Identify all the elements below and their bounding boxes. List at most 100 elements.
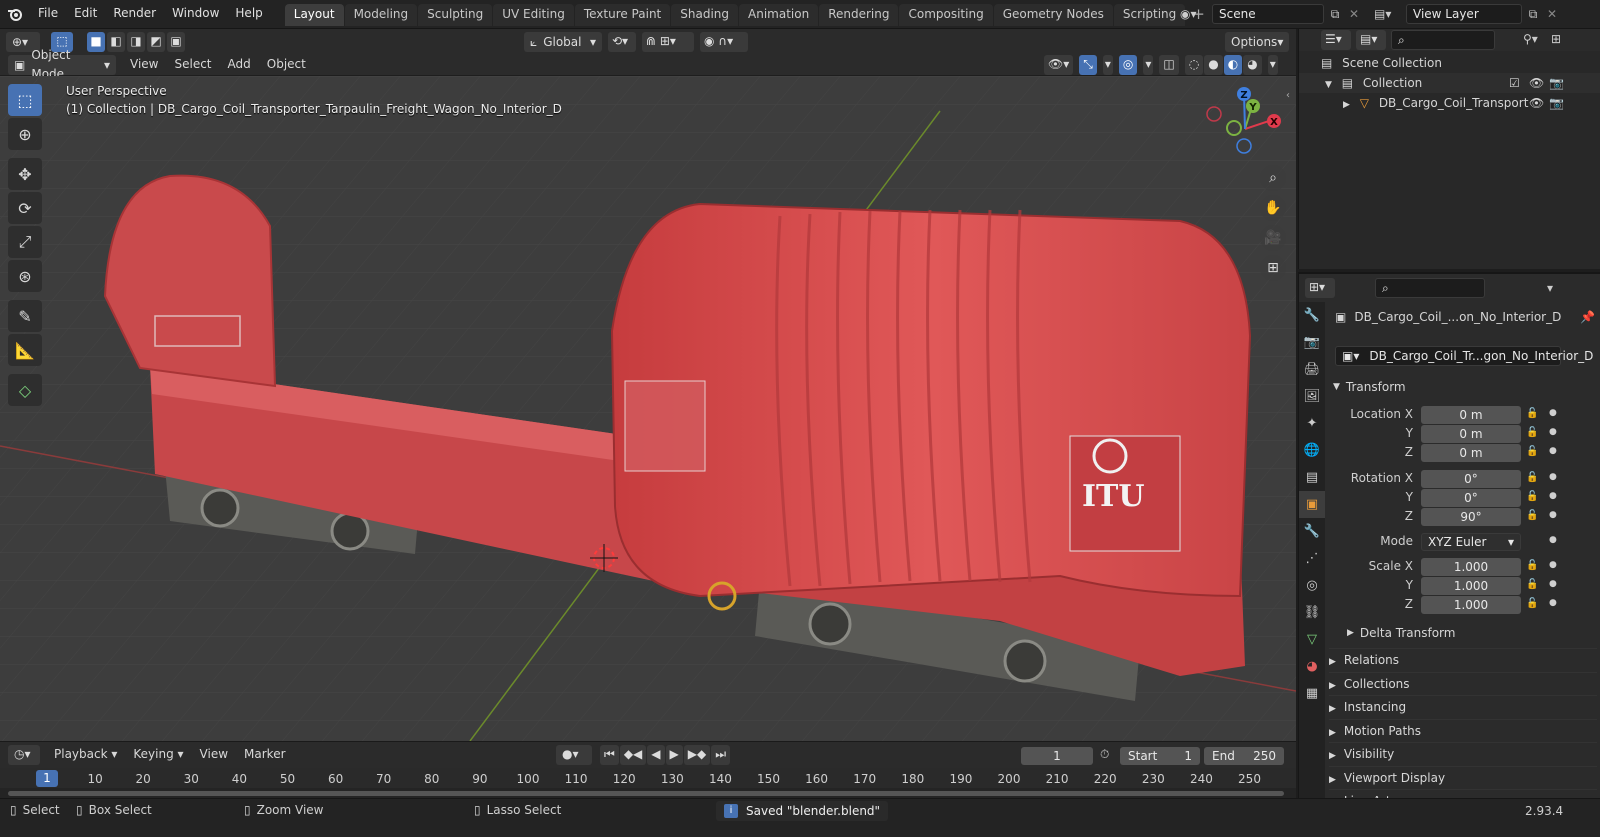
view-layer-tab-icon[interactable]: 🖼 [1299,383,1325,410]
world-tab-icon[interactable]: 🌐 [1299,437,1325,464]
scene-tab-icon[interactable]: ✦ [1299,410,1325,437]
keyframe-dot-icon[interactable]: ● [1549,472,1557,482]
keyframe-dot-icon[interactable]: ● [1549,510,1557,520]
tab-texture-paint[interactable]: Texture Paint [574,3,671,26]
menu-timeline-view[interactable]: View [192,747,236,761]
panel-relations[interactable]: ▶ Relations [1329,648,1597,671]
tab-scripting[interactable]: Scripting [1113,3,1186,26]
visibility-icon[interactable]: 👁▾ [1044,55,1074,75]
pivot-point-icon[interactable]: ⟲▾ [608,32,636,52]
material-tab-icon[interactable]: ◕ [1299,653,1325,680]
panel-viewport-display[interactable]: ▶ Viewport Display [1329,765,1597,789]
properties-editor-icon[interactable]: ⊞▾ [1305,278,1335,298]
outliner-row-object[interactable]: ▶ ▽ DB_Cargo_Coil_Transport 👁 📷 [1299,93,1600,113]
menu-file[interactable]: File [30,0,66,29]
constraints-tab-icon[interactable]: ⛓ [1299,599,1325,626]
neg-x-axis-icon[interactable] [1206,106,1222,122]
transform-orientation-dropdown[interactable]: ⟀ Global ▾ [524,32,602,52]
location-z-field[interactable]: 0 m [1421,444,1521,462]
lock-icon[interactable]: 🔓 [1526,446,1538,457]
menu-add[interactable]: Add [220,57,259,71]
modifier-tab-icon[interactable]: 🔧 [1299,518,1325,545]
gizmo-dropdown-icon[interactable]: ▾ [1102,55,1113,75]
menu-render[interactable]: Render [105,0,164,29]
select-intersect-icon[interactable]: ▣ [167,32,185,52]
cursor-tool-icon[interactable]: ⊕ [8,118,42,150]
start-frame-field[interactable]: Start 1 [1120,747,1200,765]
3d-viewport[interactable]: ITU User Perspective (1) Collection | DB… [0,76,1296,741]
pan-hand-icon[interactable]: ✋ [1260,195,1286,221]
snap-icon[interactable]: ⋒ ⊞▾ [642,32,694,52]
lock-icon[interactable]: 🔓 [1526,579,1538,590]
pin-icon[interactable]: 📌 [1580,310,1595,324]
gizmo-icon[interactable]: ⤡ [1079,55,1097,75]
scale-z-field[interactable]: 1.000 [1421,596,1521,614]
new-collection-icon[interactable]: ⊞ [1551,32,1561,46]
physics-tab-icon[interactable]: ◎ [1299,572,1325,599]
outliner-search-input[interactable]: ⌕ [1391,30,1495,50]
jump-start-icon[interactable]: ⏮ [600,745,619,765]
overlay-dropdown-icon[interactable]: ▾ [1143,55,1154,75]
add-cube-tool-icon[interactable]: ◇ [8,374,42,406]
lock-icon[interactable]: 🔓 [1526,408,1538,419]
keyframe-dot-icon[interactable]: ● [1549,491,1557,501]
sidebar-toggle-icon[interactable]: ‹ [1286,90,1290,101]
output-tab-icon[interactable]: 🖨 [1299,356,1325,383]
keyframe-dot-icon[interactable]: ● [1549,535,1557,545]
location-x-field[interactable]: 0 m [1421,406,1521,424]
select-subtract-icon[interactable]: ◨ [127,32,145,52]
zoom-icon[interactable]: ⌕ [1260,165,1286,191]
rotation-mode-dropdown[interactable]: XYZ Euler ▾ [1421,533,1521,551]
tab-geometry-nodes[interactable]: Geometry Nodes [993,3,1113,26]
transform-panel-header[interactable]: ▼ Transform [1333,376,1597,398]
select-invert-icon[interactable]: ◩ [147,32,165,52]
keyframe-dot-icon[interactable]: ● [1549,427,1557,437]
rotation-y-field[interactable]: 0° [1421,489,1521,507]
end-frame-field[interactable]: End 250 [1204,747,1284,765]
lock-icon[interactable]: 🔓 [1526,598,1538,609]
menu-playback[interactable]: Playback ▾ [46,747,125,761]
lock-icon[interactable]: 🔓 [1526,560,1538,571]
render-camera-icon[interactable]: 📷 [1549,93,1564,113]
new-scene-icon[interactable]: ⧉ [1324,7,1346,22]
lock-icon[interactable]: 🔓 [1526,491,1538,502]
keyframe-dot-icon[interactable]: ● [1549,560,1557,570]
tab-uv-editing[interactable]: UV Editing [493,3,574,26]
menu-view[interactable]: View [122,57,166,71]
menu-object[interactable]: Object [259,57,314,71]
tab-sculpting[interactable]: Sculpting [418,3,493,26]
display-mode-icon[interactable]: ▤▾ [1356,30,1386,50]
render-tab-icon[interactable]: 📷 [1299,329,1325,356]
camera-view-icon[interactable]: 🎥 [1260,225,1286,251]
rotation-z-field[interactable]: 90° [1421,508,1521,526]
measure-tool-icon[interactable]: 📐 [8,334,42,366]
menu-marker[interactable]: Marker [236,747,293,761]
menu-help[interactable]: Help [227,0,270,29]
collection-tab-icon[interactable]: ▤ [1299,464,1325,491]
keyframe-dot-icon[interactable]: ● [1549,579,1557,589]
menu-select[interactable]: Select [166,57,219,71]
panel-collections[interactable]: ▶ Collections [1329,671,1597,695]
blender-logo-icon[interactable] [0,0,30,29]
outliner-row-collection[interactable]: ▼ ▤ Collection ☑ 👁 📷 [1299,73,1600,93]
scene-icon[interactable]: ◉▾ [1180,7,1212,21]
auto-keying-icon[interactable]: ●▾ [556,745,592,765]
expand-arrow-icon[interactable]: ▶ [1343,100,1350,110]
select-box-tool-icon[interactable]: ⬚ [8,84,42,116]
current-frame-field[interactable]: 1 [1021,747,1093,765]
solid-shading-icon[interactable]: ● [1204,55,1223,75]
tab-compositing[interactable]: Compositing [899,3,993,26]
tab-animation[interactable]: Animation [739,3,819,26]
menu-edit[interactable]: Edit [66,0,105,29]
options-dropdown[interactable]: Options ▾ [1225,32,1289,52]
rotate-tool-icon[interactable]: ⟳ [8,192,42,224]
object-data-tab-icon[interactable]: ▽ [1299,626,1325,653]
xray-icon[interactable]: ◫ [1159,55,1179,75]
scale-y-field[interactable]: 1.000 [1421,577,1521,595]
tab-modeling[interactable]: Modeling [344,3,418,26]
particles-tab-icon[interactable]: ⋰ [1299,545,1325,572]
texture-tab-icon[interactable]: ▦ [1299,680,1325,707]
object-data-name-field[interactable]: ▣▾ DB_Cargo_Coil_Tr...gon_No_Interior_D [1335,346,1593,366]
panel-visibility[interactable]: ▶ Visibility [1329,742,1597,765]
annotate-tool-icon[interactable]: ✎ [8,300,42,332]
